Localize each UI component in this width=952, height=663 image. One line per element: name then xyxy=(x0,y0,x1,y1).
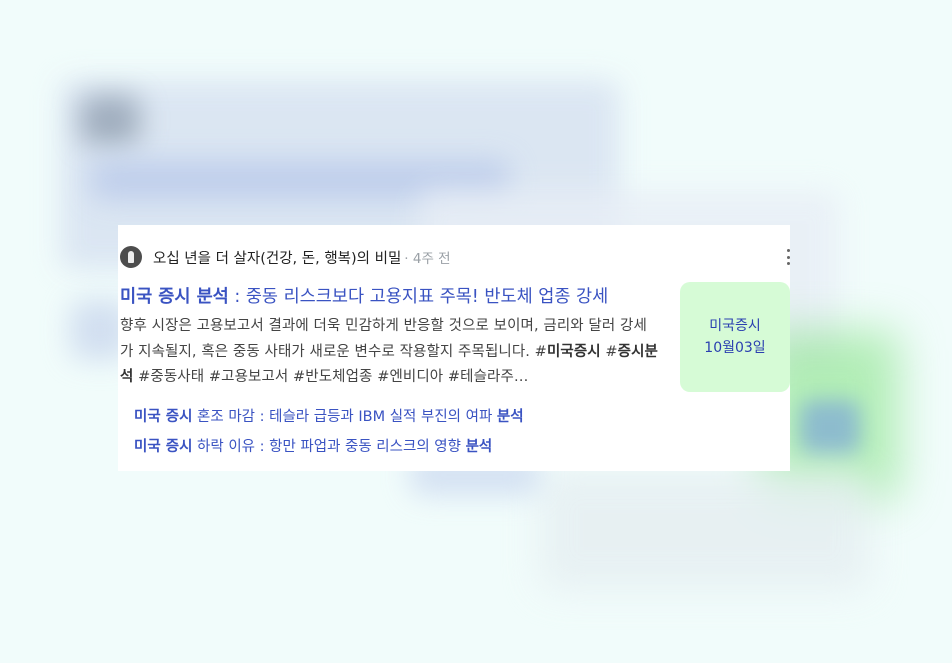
result-header: 오십 년을 더 살자(건강, 돈, 행복)의 비밀 · 4주 전 xyxy=(120,243,451,271)
channel-avatar[interactable] xyxy=(120,246,142,268)
post-time: · 4주 전 xyxy=(404,251,451,267)
result-description: 향후 시장은 고용보고서 결과에 더욱 민감하게 반응할 것으로 보이며, 금리… xyxy=(120,318,658,385)
channel-name[interactable]: 오십 년을 더 살자(건강, 돈, 행복)의 비밀 xyxy=(153,247,401,268)
blurred-background xyxy=(540,470,870,590)
blurred-background xyxy=(800,400,860,455)
avatar-figure-icon xyxy=(128,251,134,263)
result-title-link[interactable]: 미국 증시 분석 : 중동 리스크보다 고용지표 주목! 반도체 업종 강세 xyxy=(120,283,608,308)
result-thumbnail[interactable]: 미국증시 10월03일 xyxy=(680,282,790,392)
related-post-link[interactable]: 미국 증시 혼조 마감 : 테슬라 급등과 IBM 실적 부진의 여파 분석 xyxy=(134,405,524,426)
title-text: : 중동 리스크보다 고용지표 주목! 반도체 업종 강세 xyxy=(228,287,609,307)
thumbnail-date: 10월03일 xyxy=(704,340,766,356)
title-highlight: 미국 증시 분석 xyxy=(120,287,229,307)
related-post-link[interactable]: 미국 증시 하락 이유 : 항만 파업과 중동 리스크의 영향 분석 xyxy=(134,435,492,456)
thumbnail-title: 미국증시 xyxy=(709,318,761,334)
blurred-background xyxy=(80,95,140,145)
search-result-card: 오십 년을 더 살자(건강, 돈, 행복)의 비밀 · 4주 전 미국 증시 분… xyxy=(118,225,790,471)
more-vertical-icon[interactable] xyxy=(785,249,791,265)
